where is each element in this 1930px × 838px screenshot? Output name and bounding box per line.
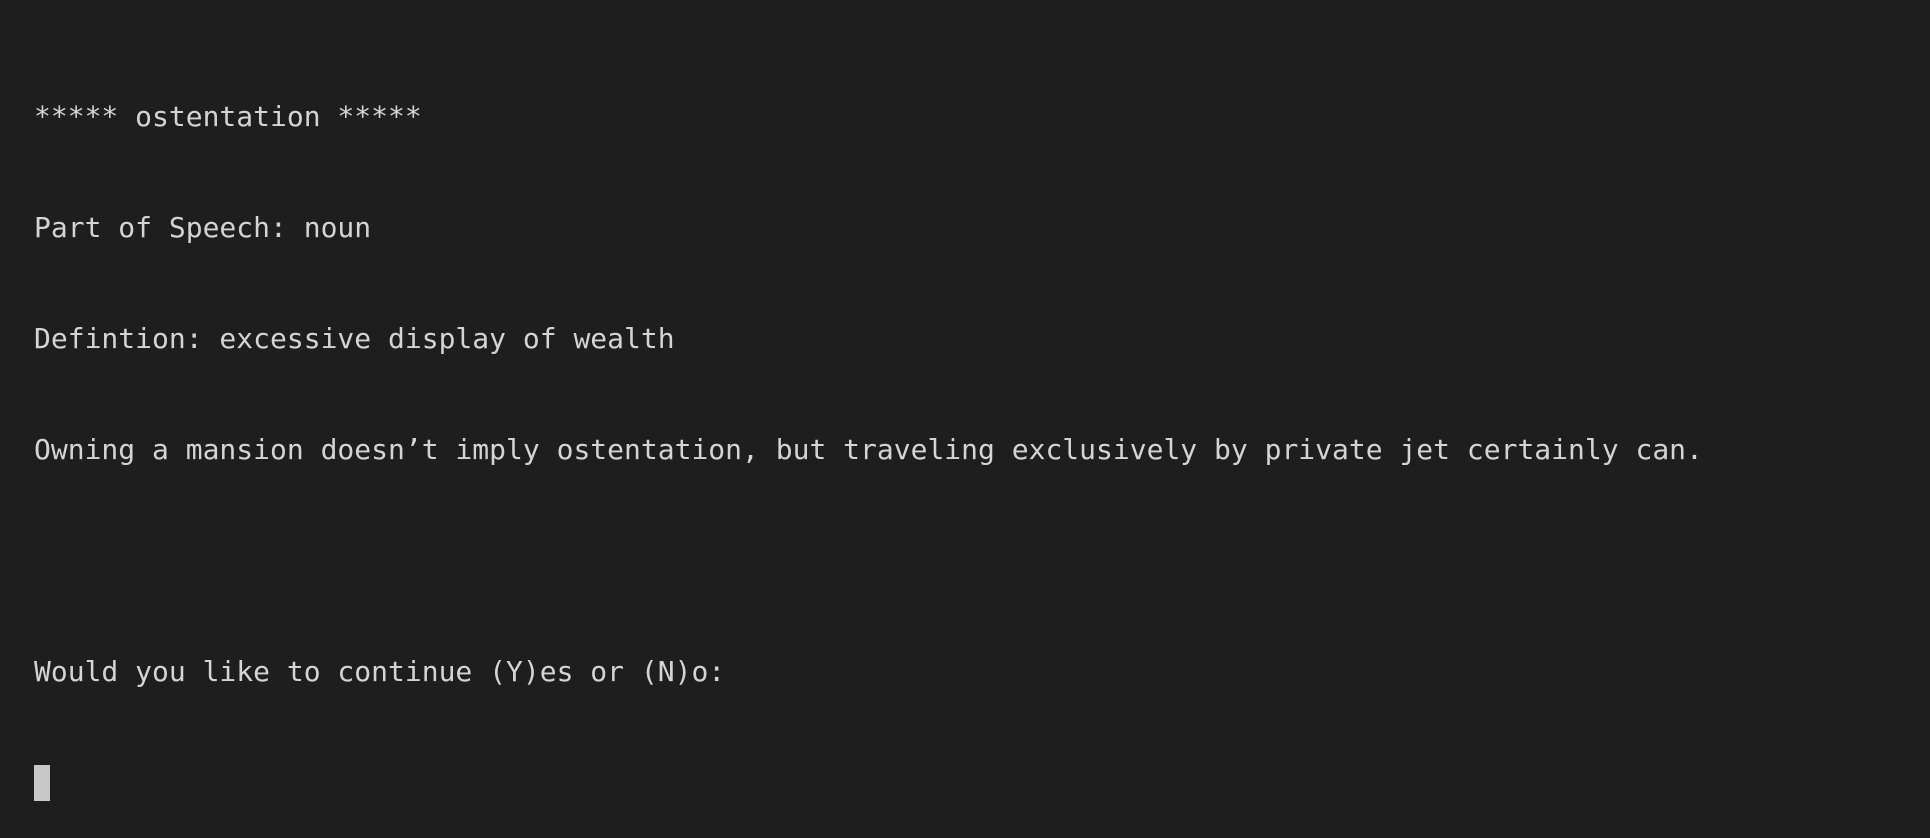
example-sentence: Owning a mansion doesn’t imply ostentati… xyxy=(34,433,1703,466)
continue-prompt: Would you like to continue (Y)es or (N)o… xyxy=(34,655,726,688)
word-heading: ***** ostentation ***** xyxy=(34,100,422,133)
text-cursor[interactable] xyxy=(34,765,50,801)
part-of-speech: Part of Speech: noun xyxy=(34,211,372,244)
input-line[interactable] xyxy=(34,764,1896,801)
terminal-window[interactable]: ***** ostentation ***** Part of Speech: … xyxy=(0,0,1930,801)
definition: Defintion: excessive display of wealth xyxy=(34,322,675,355)
